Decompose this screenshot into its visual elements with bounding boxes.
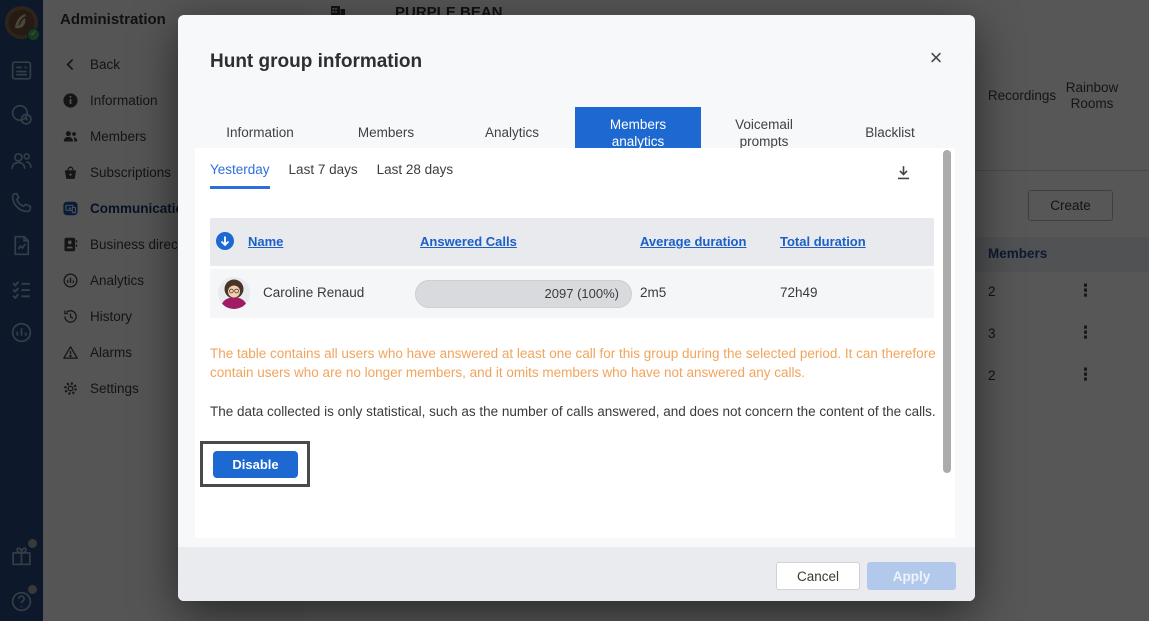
action-highlight-box: Disable xyxy=(200,441,310,487)
modal-scrollbar-thumb[interactable] xyxy=(943,150,951,473)
period-last-7-days[interactable]: Last 7 days xyxy=(289,162,358,189)
cancel-button[interactable]: Cancel xyxy=(776,562,860,590)
disable-button[interactable]: Disable xyxy=(213,451,298,478)
answered-calls-bar: 2097 (100%) xyxy=(415,280,632,308)
table-warning-text: The table contains all users who have an… xyxy=(210,345,940,382)
column-header-average-duration[interactable]: Average duration xyxy=(640,234,746,249)
screen: ✓ Administrati xyxy=(0,0,1149,621)
column-header-answered-calls[interactable]: Answered Calls xyxy=(420,234,517,249)
members-analytics-panel: Yesterday Last 7 days Last 28 days Name … xyxy=(195,148,955,538)
user-avatar xyxy=(218,277,250,309)
period-last-28-days[interactable]: Last 28 days xyxy=(377,162,454,189)
period-yesterday[interactable]: Yesterday xyxy=(210,162,270,189)
table-row: Caroline Renaud 2097 (100%) 2m5 72h49 xyxy=(210,269,934,318)
apply-button[interactable]: Apply xyxy=(867,562,956,590)
total-duration-value: 72h49 xyxy=(780,285,818,300)
period-filter: Yesterday Last 7 days Last 28 days xyxy=(210,162,453,189)
column-header-total-duration[interactable]: Total duration xyxy=(780,234,866,249)
close-icon[interactable]: × xyxy=(923,45,949,71)
member-name: Caroline Renaud xyxy=(263,285,364,300)
column-header-name[interactable]: Name xyxy=(248,234,283,249)
statistics-note-text: The data collected is only statistical, … xyxy=(210,403,940,422)
dialog-footer: Cancel Apply xyxy=(178,547,975,601)
dialog-title: Hunt group information xyxy=(210,51,422,73)
hunt-group-information-dialog: Hunt group information × Information Mem… xyxy=(178,15,975,601)
average-duration-value: 2m5 xyxy=(640,285,666,300)
download-icon[interactable] xyxy=(894,163,913,182)
sort-descending-icon[interactable] xyxy=(216,232,234,250)
answered-calls-value: 2097 (100%) xyxy=(545,281,619,307)
analytics-table-header: Name Answered Calls Average duration Tot… xyxy=(210,218,934,266)
